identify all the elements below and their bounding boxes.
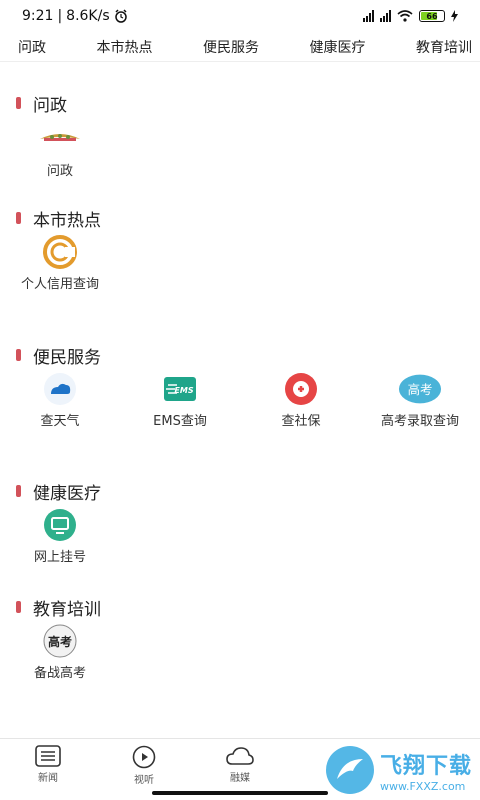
watermark-url: www.FXXZ.com: [379, 779, 466, 793]
nav-video[interactable]: 视听: [96, 739, 192, 786]
alarm-icon: [114, 9, 127, 23]
exam-seal-icon: 高考: [38, 624, 82, 658]
section-title: 便民服务: [33, 347, 101, 368]
tab-public-services[interactable]: 便民服务: [203, 37, 259, 57]
section-marker: [16, 601, 21, 613]
service-item-weather[interactable]: 查天气: [10, 372, 110, 431]
social-security-icon: [279, 372, 323, 406]
nav-label: 视听: [134, 775, 154, 786]
service-label: 备战高考: [33, 666, 86, 681]
tab-education[interactable]: 教育培训: [416, 37, 472, 57]
tab-city-hotspots[interactable]: 本市热点: [97, 37, 153, 57]
list-icon: [35, 745, 61, 767]
service-label: 问政: [46, 164, 73, 179]
network-speed: 8.6K/s: [66, 8, 110, 24]
government-badge-icon: [38, 122, 82, 156]
section-title: 问政: [33, 95, 67, 116]
service-label: 高考录取查询: [380, 414, 459, 429]
site-watermark: 飞翔下载 www.FXXZ.com: [325, 746, 472, 794]
monitor-icon: [38, 508, 82, 542]
watermark-title: 飞翔下载: [379, 753, 472, 779]
service-item-wenzheng[interactable]: 问政: [10, 122, 110, 181]
section-marker: [16, 349, 21, 361]
category-tabs: 问政 本市热点 便民服务 健康医疗 教育培训: [0, 32, 480, 62]
weather-icon: [38, 372, 82, 406]
section-title: 健康医疗: [33, 483, 101, 504]
service-item-gaokao-admission[interactable]: 高考 高考录取查询: [370, 372, 470, 431]
service-item-ems[interactable]: EMS EMS查询: [130, 372, 230, 431]
service-item-gaokao-prep[interactable]: 高考 备战高考: [10, 624, 110, 683]
service-item-online-registration[interactable]: 网上挂号: [10, 508, 110, 567]
signal-icon-2: [380, 10, 391, 22]
charging-icon: [451, 10, 458, 22]
nav-media[interactable]: 融媒: [192, 739, 288, 784]
credit-icon: [38, 235, 82, 269]
signal-icon: [363, 10, 374, 22]
ems-icon: EMS: [158, 372, 202, 406]
nav-label: 融媒: [230, 773, 250, 784]
status-time: 9:21: [22, 8, 54, 24]
nav-news[interactable]: 新闻: [0, 739, 96, 784]
svg-text:高考: 高考: [48, 634, 72, 649]
watermark-logo-icon: [325, 746, 374, 794]
tab-health[interactable]: 健康医疗: [310, 37, 366, 57]
section-title: 本市热点: [33, 210, 101, 231]
tab-wenzheng[interactable]: 问政: [18, 37, 46, 57]
section-marker: [16, 97, 21, 109]
svg-text:高考: 高考: [408, 382, 433, 397]
section-wenzheng: 问政 问政: [0, 90, 480, 216]
service-label: EMS查询: [153, 414, 207, 429]
wifi-icon: [397, 10, 413, 22]
status-bar: 9:21 | 8.6K/s 66: [0, 0, 480, 32]
service-label: 查天气: [40, 414, 80, 429]
service-list: 问政 问政 本市热点 个人信用查询 便民服务 查天气 EMS EMS查询 查社保…: [0, 62, 480, 738]
service-item-personal-credit[interactable]: 个人信用查询: [10, 235, 110, 294]
gaokao-icon: 高考: [398, 372, 442, 406]
play-icon: [132, 745, 156, 769]
section-marker: [16, 212, 21, 224]
section-education: 教育培训 高考 备战高考: [0, 594, 480, 720]
service-label: 网上挂号: [33, 550, 86, 565]
service-label: 个人信用查询: [20, 277, 99, 292]
nav-label: 新闻: [38, 773, 58, 784]
service-label: 查社保: [281, 414, 321, 429]
service-item-social-security[interactable]: 查社保: [251, 372, 351, 431]
section-health: 健康医疗 网上挂号: [0, 478, 480, 604]
section-public-services: 便民服务 查天气 EMS EMS查询 查社保 高考 高考录取查询: [0, 342, 480, 468]
battery-icon: 66: [419, 10, 445, 22]
svg-text:EMS: EMS: [174, 386, 193, 395]
section-city-hotspots: 本市热点 个人信用查询: [0, 205, 480, 331]
section-marker: [16, 485, 21, 497]
cloud-icon: [226, 747, 254, 765]
app-screen: 9:21 | 8.6K/s 66 问政 本市热点 便民服务 健康医疗 教育培训 …: [0, 0, 480, 800]
section-title: 教育培训: [33, 599, 101, 620]
home-indicator[interactable]: [152, 791, 328, 795]
